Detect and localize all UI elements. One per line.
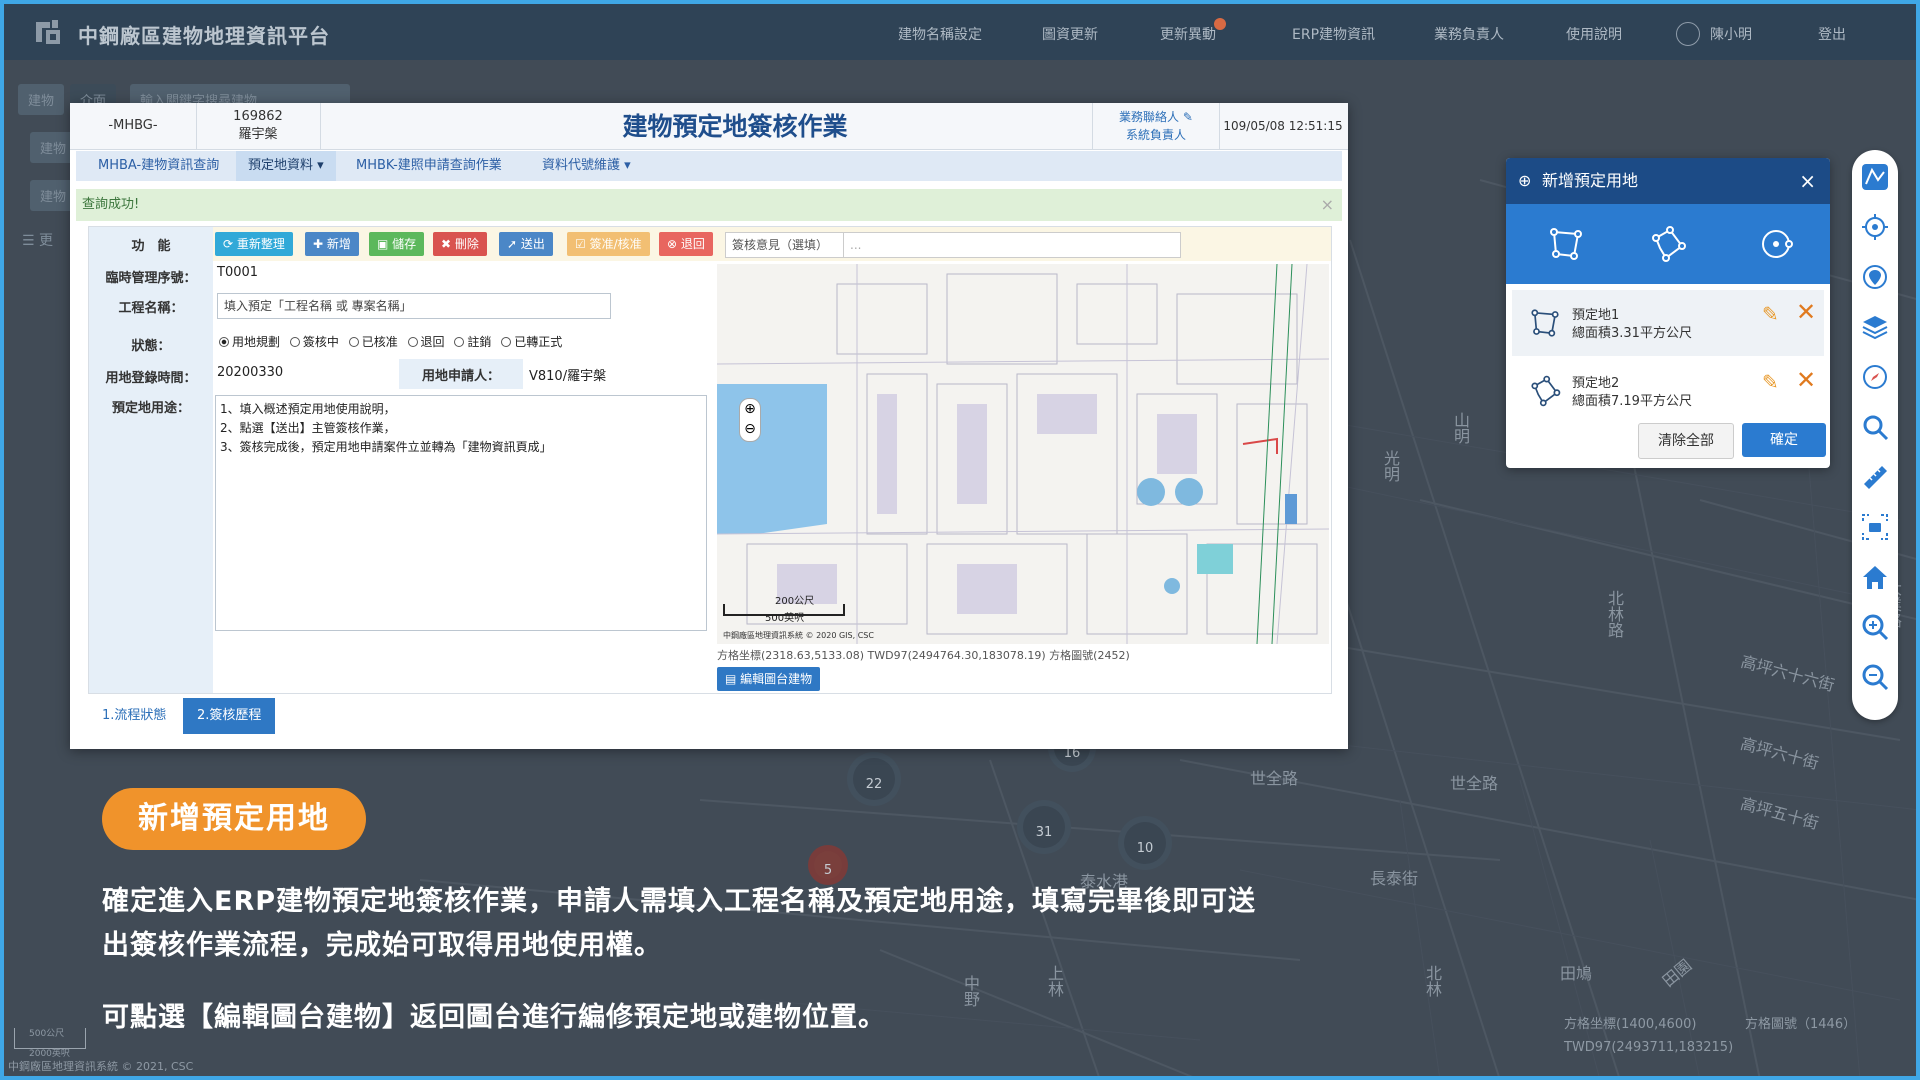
screen-frame (0, 0, 1920, 1080)
